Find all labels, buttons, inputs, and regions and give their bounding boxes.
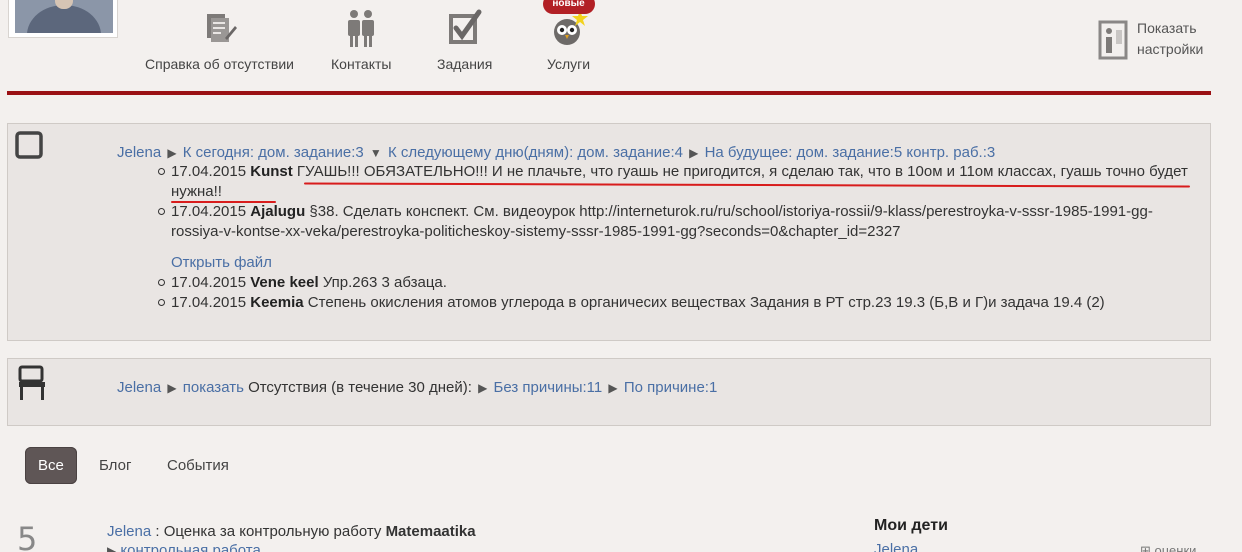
- item-text: Степень окисления атомов углерода в орга…: [307, 294, 1105, 311]
- absences-breadcrumb: Jelena ▶ показать Отсутствия (в течение …: [117, 379, 717, 396]
- arrow-right-icon: ▶: [107, 544, 117, 552]
- nav-tasks[interactable]: Задания: [437, 8, 492, 72]
- feed-text: : Оценка за контрольную работу: [151, 523, 386, 540]
- header-divider: [7, 91, 1211, 95]
- tasks-icon: [437, 8, 492, 48]
- arrow-right-icon: ▶: [478, 381, 488, 395]
- show-absences-link[interactable]: показать: [183, 379, 244, 396]
- new-badge: новые: [542, 0, 595, 14]
- nav-label: Справка об отсутствии: [145, 56, 294, 72]
- avatar[interactable]: [15, 0, 113, 33]
- item-subject: Keemia: [250, 294, 304, 311]
- excused-link[interactable]: По причине:1: [624, 379, 717, 396]
- nav-label: Контакты: [331, 56, 392, 72]
- item-subject: Kunst: [250, 163, 293, 180]
- contacts-icon: [331, 8, 391, 48]
- list-item: 17.04.2015 Vene keel Упр.263 3 абзаца.: [158, 273, 1198, 293]
- feed-sub: ▶ контрольная работа: [107, 542, 261, 552]
- absence-certificate-icon: [145, 8, 294, 48]
- list-item: 17.04.2015 Ajalugu §38. Сделать конспект…: [158, 202, 1198, 273]
- bullet: [158, 279, 165, 286]
- nav-label: Задания: [437, 56, 493, 72]
- arrow-right-icon: ▶: [608, 381, 618, 395]
- feed-sub-link[interactable]: контрольная работа: [120, 542, 260, 552]
- settings-label: Показать настройки: [1137, 20, 1204, 57]
- tab-blog[interactable]: Блог: [99, 447, 131, 484]
- homework-panel: Jelena ▶ К сегодня: дом. задание:3 ▼ К с…: [7, 123, 1211, 341]
- grades-link[interactable]: ⊞ оценки: [1140, 543, 1196, 552]
- my-children-title: Мои дети: [874, 517, 948, 534]
- bullet: [158, 168, 165, 175]
- tab-events[interactable]: События: [167, 447, 229, 484]
- student-link[interactable]: Jelena: [117, 144, 161, 161]
- checkbox-icon[interactable]: [14, 130, 48, 168]
- feed-entry: Jelena : Оценка за контрольную работу Ma…: [107, 523, 476, 540]
- unexcused-link[interactable]: Без причины:11: [494, 379, 603, 396]
- item-date: 17.04.2015: [171, 294, 247, 311]
- student-link[interactable]: Jelena: [107, 523, 151, 540]
- item-date: 17.04.2015: [171, 274, 247, 291]
- item-subject: Vene keel: [250, 274, 319, 291]
- absences-panel: Jelena ▶ показать Отсутствия (в течение …: [7, 358, 1211, 426]
- item-text: ГУАШЬ!!! ОБЯЗАТЕЛЬНО!!! И не плачьте, чт…: [171, 163, 1188, 200]
- list-item: 17.04.2015 Keemia Степень окисления атом…: [158, 293, 1198, 313]
- item-text: Упр.263 3 абзаца.: [322, 274, 447, 291]
- future-homework-link[interactable]: На будущее: дом. задание:5 контр. раб.:3: [705, 144, 996, 161]
- arrow-right-icon: ▶: [167, 146, 177, 160]
- item-date: 17.04.2015: [171, 163, 247, 180]
- item-text: §38. Сделать конспект. См. видеоурок htt…: [171, 203, 1153, 240]
- feed-subject: Matemaatika: [385, 523, 476, 540]
- nav-label: Услуги: [547, 56, 591, 72]
- bullet: [158, 208, 165, 215]
- arrow-right-icon: ▶: [689, 146, 699, 160]
- arrow-down-icon: ▼: [369, 146, 382, 160]
- services-owl-icon: [547, 8, 590, 48]
- nav-contacts[interactable]: Контакты: [331, 8, 391, 72]
- open-file-link[interactable]: Открыть файл: [171, 253, 1198, 273]
- list-item: 17.04.2015 Kunst ГУАШЬ!!! ОБЯЗАТЕЛЬНО!!!…: [158, 162, 1198, 202]
- absences-period: Отсутствия (в течение 30 дней):: [248, 379, 472, 396]
- bullet: [158, 299, 165, 306]
- item-subject: Ajalugu: [250, 203, 306, 220]
- tab-all[interactable]: Все: [25, 447, 77, 484]
- grades-icon: ⊞: [1140, 543, 1151, 552]
- grades-label: оценки: [1154, 543, 1197, 552]
- nav-services[interactable]: новые Услуги: [542, 0, 595, 72]
- chair-icon: [16, 365, 48, 405]
- today-homework-link[interactable]: К сегодня: дом. задание:3: [183, 144, 364, 161]
- show-settings-button[interactable]: Показать настройки: [1098, 18, 1218, 62]
- avatar-shoulders: [27, 5, 101, 33]
- homework-list: 17.04.2015 Kunst ГУАШЬ!!! ОБЯЗАТЕЛЬНО!!!…: [158, 162, 1198, 313]
- homework-breadcrumb: Jelena ▶ К сегодня: дом. задание:3 ▼ К с…: [117, 144, 995, 161]
- item-date: 17.04.2015: [171, 203, 247, 220]
- student-link[interactable]: Jelena: [117, 379, 161, 396]
- child-link[interactable]: Jelena: [874, 541, 918, 552]
- arrow-right-icon: ▶: [167, 381, 177, 395]
- feed-date-number: 5: [17, 520, 38, 552]
- nav-absence-certificate[interactable]: Справка об отсутствии: [145, 8, 294, 72]
- next-day-homework-link[interactable]: К следующему дню(дням): дом. задание:4: [388, 144, 683, 161]
- avatar-frame: [8, 0, 118, 38]
